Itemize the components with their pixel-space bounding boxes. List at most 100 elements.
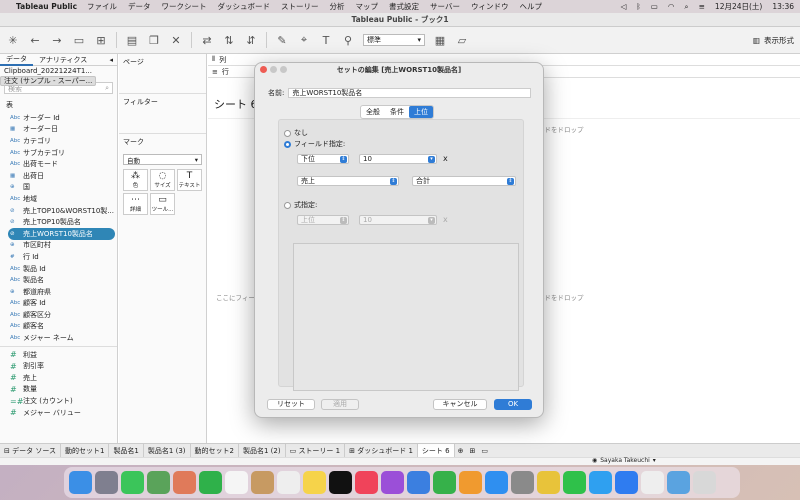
menu-item-file[interactable]: ファイル (87, 1, 117, 12)
field-item[interactable]: Abc 製品 Id (0, 263, 117, 275)
sheet-tab-active[interactable]: シート 6 (417, 443, 455, 458)
field-item[interactable]: Abc 出荷モード (0, 158, 117, 170)
datasource-item[interactable]: 注文 (サンプル - スーパー... (0, 76, 97, 86)
menu-item-data[interactable]: データ (128, 1, 151, 12)
dock-zoom-icon[interactable] (615, 471, 638, 494)
tab-analytics[interactable]: アナリティクス (33, 55, 93, 65)
field-item[interactable]: ▦ オーダー日 (0, 124, 117, 136)
volume-icon[interactable]: ◁ (621, 2, 627, 11)
field-item[interactable]: Abc カテゴリ (0, 135, 117, 147)
field-item[interactable]: Abc 地域 (0, 193, 117, 205)
dock-settings-icon[interactable] (511, 471, 534, 494)
field-item[interactable]: ⊕ 都道府県 (0, 286, 117, 298)
order-select[interactable]: 下位 ⇕ (297, 154, 349, 164)
by-field-select[interactable]: 売上 ⇕ (297, 176, 399, 186)
sort-asc-icon[interactable]: ⇅ (222, 33, 236, 47)
menu-date[interactable]: 12月24日(土) (715, 1, 762, 12)
option-by-formula[interactable]: 式指定: (284, 200, 317, 210)
wifi-icon[interactable]: ◠ (668, 2, 675, 11)
bluetooth-icon[interactable]: ᛒ (636, 2, 641, 11)
dock-chrome-icon[interactable] (537, 471, 560, 494)
ok-button[interactable]: OK (494, 399, 532, 410)
option-none[interactable]: なし (284, 128, 308, 138)
menu-item-analysis[interactable]: 分析 (330, 1, 345, 12)
radio-by-formula[interactable] (284, 201, 291, 209)
presentation-icon[interactable]: ▱ (455, 33, 469, 47)
swap-icon[interactable]: ⇄ (200, 33, 214, 47)
menu-item-help[interactable]: ヘルプ (519, 1, 542, 12)
sheet-tab[interactable]: 製品名1 (3) (144, 443, 191, 458)
filters-card[interactable]: フィルター (119, 94, 206, 134)
field-item[interactable]: =# 注文 (カウント) (0, 395, 117, 407)
dock-contacts-icon[interactable] (251, 471, 274, 494)
dock-maps-icon[interactable] (147, 471, 170, 494)
dock-tv-icon[interactable] (329, 471, 352, 494)
field-item[interactable]: Abc オーダー Id (0, 112, 117, 124)
dock-facetime-icon[interactable] (199, 471, 222, 494)
tab-general[interactable]: 全般 (361, 106, 385, 118)
dock-podcasts-icon[interactable] (381, 471, 404, 494)
forward-icon[interactable]: → (50, 33, 64, 47)
sheet-tab[interactable]: 動的セット2 (191, 443, 239, 458)
close-icon[interactable] (260, 66, 267, 73)
dock-app-store-icon[interactable] (485, 471, 508, 494)
tableau-logo-icon[interactable]: ✳ (6, 33, 20, 47)
menu-time[interactable]: 13:36 (772, 2, 794, 11)
minimize-icon[interactable]: ◂ (109, 56, 117, 64)
control-center-icon[interactable]: ≡ (699, 2, 705, 11)
dock-pages-icon[interactable] (459, 471, 482, 494)
fit-select[interactable]: 標準 ▾ (363, 34, 425, 46)
menu-app-name[interactable]: Tableau Public (16, 2, 77, 11)
show-me-button[interactable]: ▥ 表示形式 (753, 35, 794, 46)
datasource-item[interactable]: Clipboard_20221224T1... (0, 66, 117, 76)
field-item[interactable]: # 行 Id (0, 251, 117, 263)
field-item[interactable]: Abc 顧客 Id (0, 298, 117, 310)
tab-datasource[interactable]: ⊟ データ ソース (0, 443, 61, 458)
field-item[interactable]: ⊘ 売上TOP10&WORST10製... (0, 205, 117, 217)
radio-none[interactable] (284, 129, 291, 137)
field-item[interactable]: # メジャー バリュー (0, 407, 117, 419)
dock-music-icon[interactable] (355, 471, 378, 494)
save-icon[interactable]: ▭ (72, 33, 86, 47)
dock-launchpad-icon[interactable] (95, 471, 118, 494)
group-icon[interactable]: ⌖ (297, 33, 311, 47)
sort-desc-icon[interactable]: ⇵ (244, 33, 258, 47)
formula-order-select[interactable]: 上位 ⇕ (297, 215, 349, 225)
formula-count-combo[interactable]: 10 ▾ (359, 215, 437, 225)
dock-reminders-icon[interactable] (277, 471, 300, 494)
field-item[interactable]: ⊕ 市区町村 (0, 240, 117, 252)
dock-downloads-icon[interactable] (667, 471, 690, 494)
tab-top[interactable]: 上位 (409, 106, 433, 118)
menu-item-server[interactable]: サーバー (430, 1, 460, 12)
cancel-button[interactable]: キャンセル (433, 399, 487, 410)
aggregation-select[interactable]: 合計 ⇕ (412, 176, 516, 186)
menu-item-worksheet[interactable]: ワークシート (162, 1, 207, 12)
new-story-tab-icon[interactable]: ▭ (478, 444, 491, 458)
tooltip-button[interactable]: ▭ ツール... (150, 193, 175, 215)
highlight-icon[interactable]: ✎ (275, 33, 289, 47)
dock-tableau-icon[interactable] (641, 471, 664, 494)
dock-twitter-icon[interactable] (589, 471, 612, 494)
field-item[interactable]: Abc 製品名 (0, 274, 117, 286)
clear-icon[interactable]: ✕ (169, 33, 183, 47)
show-cards-icon[interactable]: ▦ (433, 33, 447, 47)
tab-data[interactable]: データ (0, 54, 33, 66)
minimize-icon[interactable] (270, 66, 277, 73)
field-item[interactable]: ⊘ 売上WORST10製品名 (8, 227, 115, 240)
field-item[interactable]: ⊘ 売上TOP10製品名 (0, 216, 117, 228)
sheet-tab[interactable]: 動的セット1 (61, 443, 110, 458)
dock-keynote-icon[interactable] (407, 471, 430, 494)
duplicate-icon[interactable]: ❐ (147, 33, 161, 47)
new-sheet-icon[interactable]: ▤ (125, 33, 139, 47)
field-item[interactable]: ▦ 出荷日 (0, 170, 117, 182)
dock-photos-icon[interactable] (173, 471, 196, 494)
field-item[interactable]: # 数量 (0, 384, 117, 396)
apply-button[interactable]: 適用 (321, 399, 359, 410)
menu-item-map[interactable]: マップ (356, 1, 379, 12)
dock-trash-icon[interactable] (693, 471, 716, 494)
back-icon[interactable]: ← (28, 33, 42, 47)
dock-finder-icon[interactable] (69, 471, 92, 494)
label-icon[interactable]: T (319, 33, 333, 47)
size-button[interactable]: ◌ サイズ (150, 169, 175, 191)
pin-icon[interactable]: ⚲ (341, 33, 355, 47)
